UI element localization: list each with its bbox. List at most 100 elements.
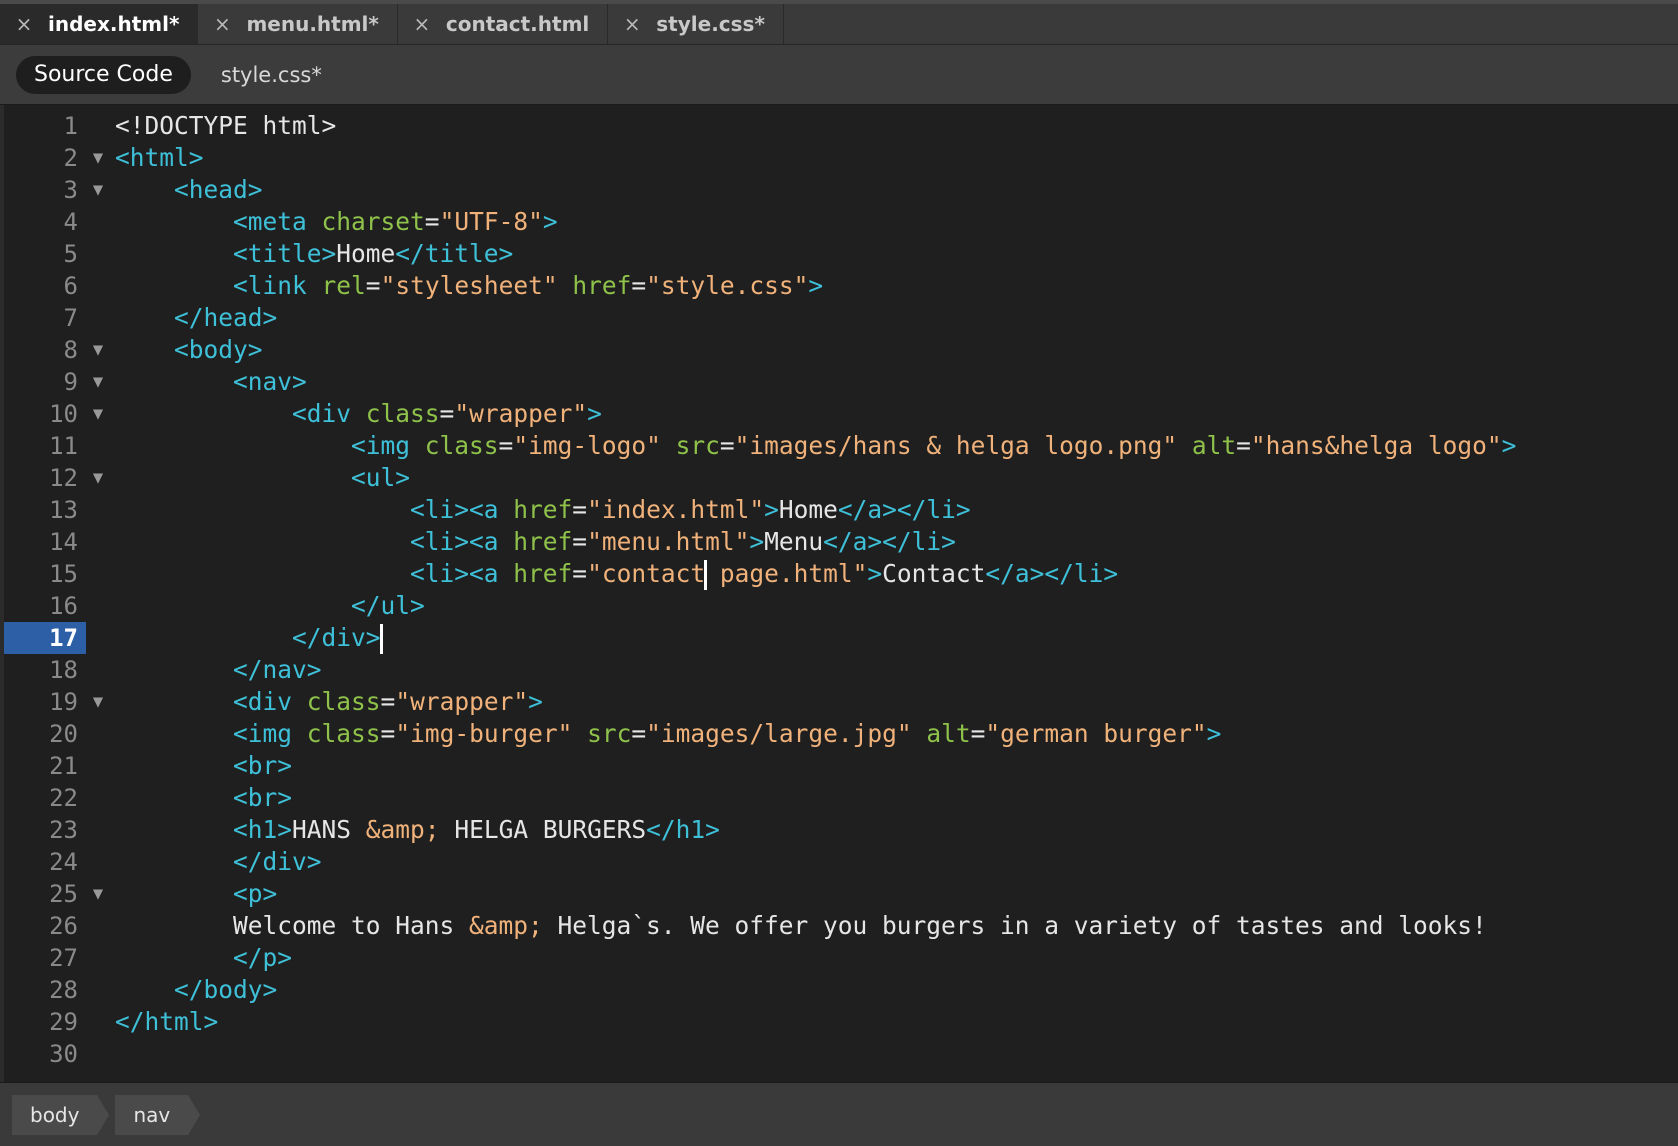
- code-line[interactable]: 19 ▼ <div class="wrapper">: [4, 686, 1678, 718]
- code-line[interactable]: 26 Welcome to Hans &amp; Helga`s. We off…: [4, 910, 1678, 942]
- code-line[interactable]: 9 ▼ <nav>: [4, 366, 1678, 398]
- line-gutter: 27: [4, 942, 86, 974]
- fold-triangle-icon[interactable]: ▼: [88, 174, 108, 206]
- line-gutter: 8: [4, 334, 86, 366]
- code-text: Welcome to Hans &amp; Helga`s. We offer …: [233, 911, 1487, 940]
- code-text: <br>: [233, 751, 293, 780]
- line-gutter: 4: [4, 206, 86, 238]
- line-number: 16: [49, 592, 78, 620]
- line-gutter: 28: [4, 974, 86, 1006]
- line-number: 13: [49, 496, 78, 524]
- close-icon[interactable]: ×: [622, 12, 642, 36]
- fold-triangle-icon[interactable]: ▼: [88, 366, 108, 398]
- code-line[interactable]: 4 <meta charset="UTF-8">: [4, 206, 1678, 238]
- text-cursor: [379, 624, 383, 654]
- line-gutter: 16: [4, 590, 86, 622]
- line-gutter: 18: [4, 654, 86, 686]
- code-text: <img class="img-burger" src="images/larg…: [233, 719, 1222, 748]
- code-line[interactable]: 7 </head>: [4, 302, 1678, 334]
- code-text: <link rel="stylesheet" href="style.css">: [233, 271, 824, 300]
- code-text: </body>: [174, 975, 278, 1004]
- code-line[interactable]: 13 <li><a href="index.html">Home</a></li…: [4, 494, 1678, 526]
- line-number: 20: [49, 720, 78, 748]
- code-line-current[interactable]: 17 </div>: [4, 622, 1678, 654]
- close-icon[interactable]: ×: [212, 12, 232, 36]
- related-files-bar: Source Code style.css*: [0, 45, 1678, 105]
- line-number: 26: [49, 912, 78, 940]
- line-gutter: 11: [4, 430, 86, 462]
- line-number: 23: [49, 816, 78, 844]
- line-number: 24: [49, 848, 78, 876]
- code-line[interactable]: 24 </div>: [4, 846, 1678, 878]
- source-code-button[interactable]: Source Code: [16, 55, 191, 94]
- line-gutter: 23: [4, 814, 86, 846]
- code-line[interactable]: 30: [4, 1038, 1678, 1070]
- tab-contact-html[interactable]: × contact.html: [398, 4, 609, 44]
- line-gutter: 3: [4, 174, 86, 206]
- code-line[interactable]: 11 <img class="img-logo" src="images/han…: [4, 430, 1678, 462]
- code-line[interactable]: 21 <br>: [4, 750, 1678, 782]
- code-line[interactable]: 29 </html>: [4, 1006, 1678, 1038]
- code-line[interactable]: 5 <title>Home</title>: [4, 238, 1678, 270]
- code-line[interactable]: 15 <li><a href="contact page.html">Conta…: [4, 558, 1678, 590]
- line-gutter: 15: [4, 558, 86, 590]
- code-text: <body>: [174, 335, 263, 364]
- close-icon[interactable]: ×: [412, 12, 432, 36]
- line-number: 30: [49, 1040, 78, 1068]
- code-line[interactable]: 20 <img class="img-burger" src="images/l…: [4, 718, 1678, 750]
- related-file-style-css[interactable]: style.css*: [221, 63, 322, 87]
- code-line[interactable]: 6 <link rel="stylesheet" href="style.css…: [4, 270, 1678, 302]
- code-line[interactable]: 27 </p>: [4, 942, 1678, 974]
- breadcrumb-body[interactable]: body: [12, 1094, 111, 1135]
- line-number: 14: [49, 528, 78, 556]
- line-number: 3: [63, 176, 78, 204]
- tab-label: style.css*: [656, 12, 765, 36]
- code-line[interactable]: 8 ▼ <body>: [4, 334, 1678, 366]
- code-text: </head>: [174, 303, 278, 332]
- line-gutter: 5: [4, 238, 86, 270]
- code-line[interactable]: 14 <li><a href="menu.html">Menu</a></li>: [4, 526, 1678, 558]
- code-text: <div class="wrapper">: [292, 399, 602, 428]
- fold-triangle-icon[interactable]: ▼: [88, 398, 108, 430]
- line-gutter: 1: [4, 110, 86, 142]
- code-line[interactable]: 3 ▼ <head>: [4, 174, 1678, 206]
- line-number: 29: [49, 1008, 78, 1036]
- line-number: 10: [49, 400, 78, 428]
- code-line[interactable]: 18 </nav>: [4, 654, 1678, 686]
- breadcrumb-nav[interactable]: nav: [115, 1094, 200, 1135]
- line-number: 21: [49, 752, 78, 780]
- code-line[interactable]: 10 ▼ <div class="wrapper">: [4, 398, 1678, 430]
- line-gutter: 6: [4, 270, 86, 302]
- fold-triangle-icon[interactable]: ▼: [88, 142, 108, 174]
- code-line[interactable]: 12 ▼ <ul>: [4, 462, 1678, 494]
- code-editor-window: × index.html* × menu.html* × contact.htm…: [0, 0, 1678, 1146]
- line-gutter: 10: [4, 398, 86, 430]
- code-line[interactable]: 25 ▼ <p>: [4, 878, 1678, 910]
- code-line[interactable]: 2 ▼ <html>: [4, 142, 1678, 174]
- code-line[interactable]: 23 <h1>HANS &amp; HELGA BURGERS</h1>: [4, 814, 1678, 846]
- fold-triangle-icon[interactable]: ▼: [88, 686, 108, 718]
- code-text: <!DOCTYPE html>: [115, 111, 337, 140]
- line-number: 15: [49, 560, 78, 588]
- line-gutter-current: 17: [4, 622, 86, 654]
- line-number: 9: [63, 368, 78, 396]
- code-line[interactable]: 28 </body>: [4, 974, 1678, 1006]
- code-line[interactable]: 1 <!DOCTYPE html>: [4, 110, 1678, 142]
- fold-triangle-icon[interactable]: ▼: [88, 878, 108, 910]
- close-icon[interactable]: ×: [14, 12, 34, 36]
- tab-index-html[interactable]: × index.html*: [0, 4, 199, 44]
- code-line[interactable]: 22 <br>: [4, 782, 1678, 814]
- code-text: <li><a href="contact page.html">Contact<…: [410, 559, 1119, 590]
- code-editor[interactable]: 1 <!DOCTYPE html> 2 ▼ <html> 3 ▼ <head> …: [4, 105, 1678, 1082]
- line-number: 2: [63, 144, 78, 172]
- tab-menu-html[interactable]: × menu.html*: [198, 4, 398, 44]
- line-number: 12: [49, 464, 78, 492]
- code-text: <head>: [174, 175, 263, 204]
- code-line[interactable]: 16 </ul>: [4, 590, 1678, 622]
- fold-triangle-icon[interactable]: ▼: [88, 334, 108, 366]
- tab-style-css[interactable]: × style.css*: [608, 4, 784, 44]
- line-gutter: 30: [4, 1038, 86, 1070]
- fold-triangle-icon[interactable]: ▼: [88, 462, 108, 494]
- line-gutter: 19: [4, 686, 86, 718]
- line-number: 11: [49, 432, 78, 460]
